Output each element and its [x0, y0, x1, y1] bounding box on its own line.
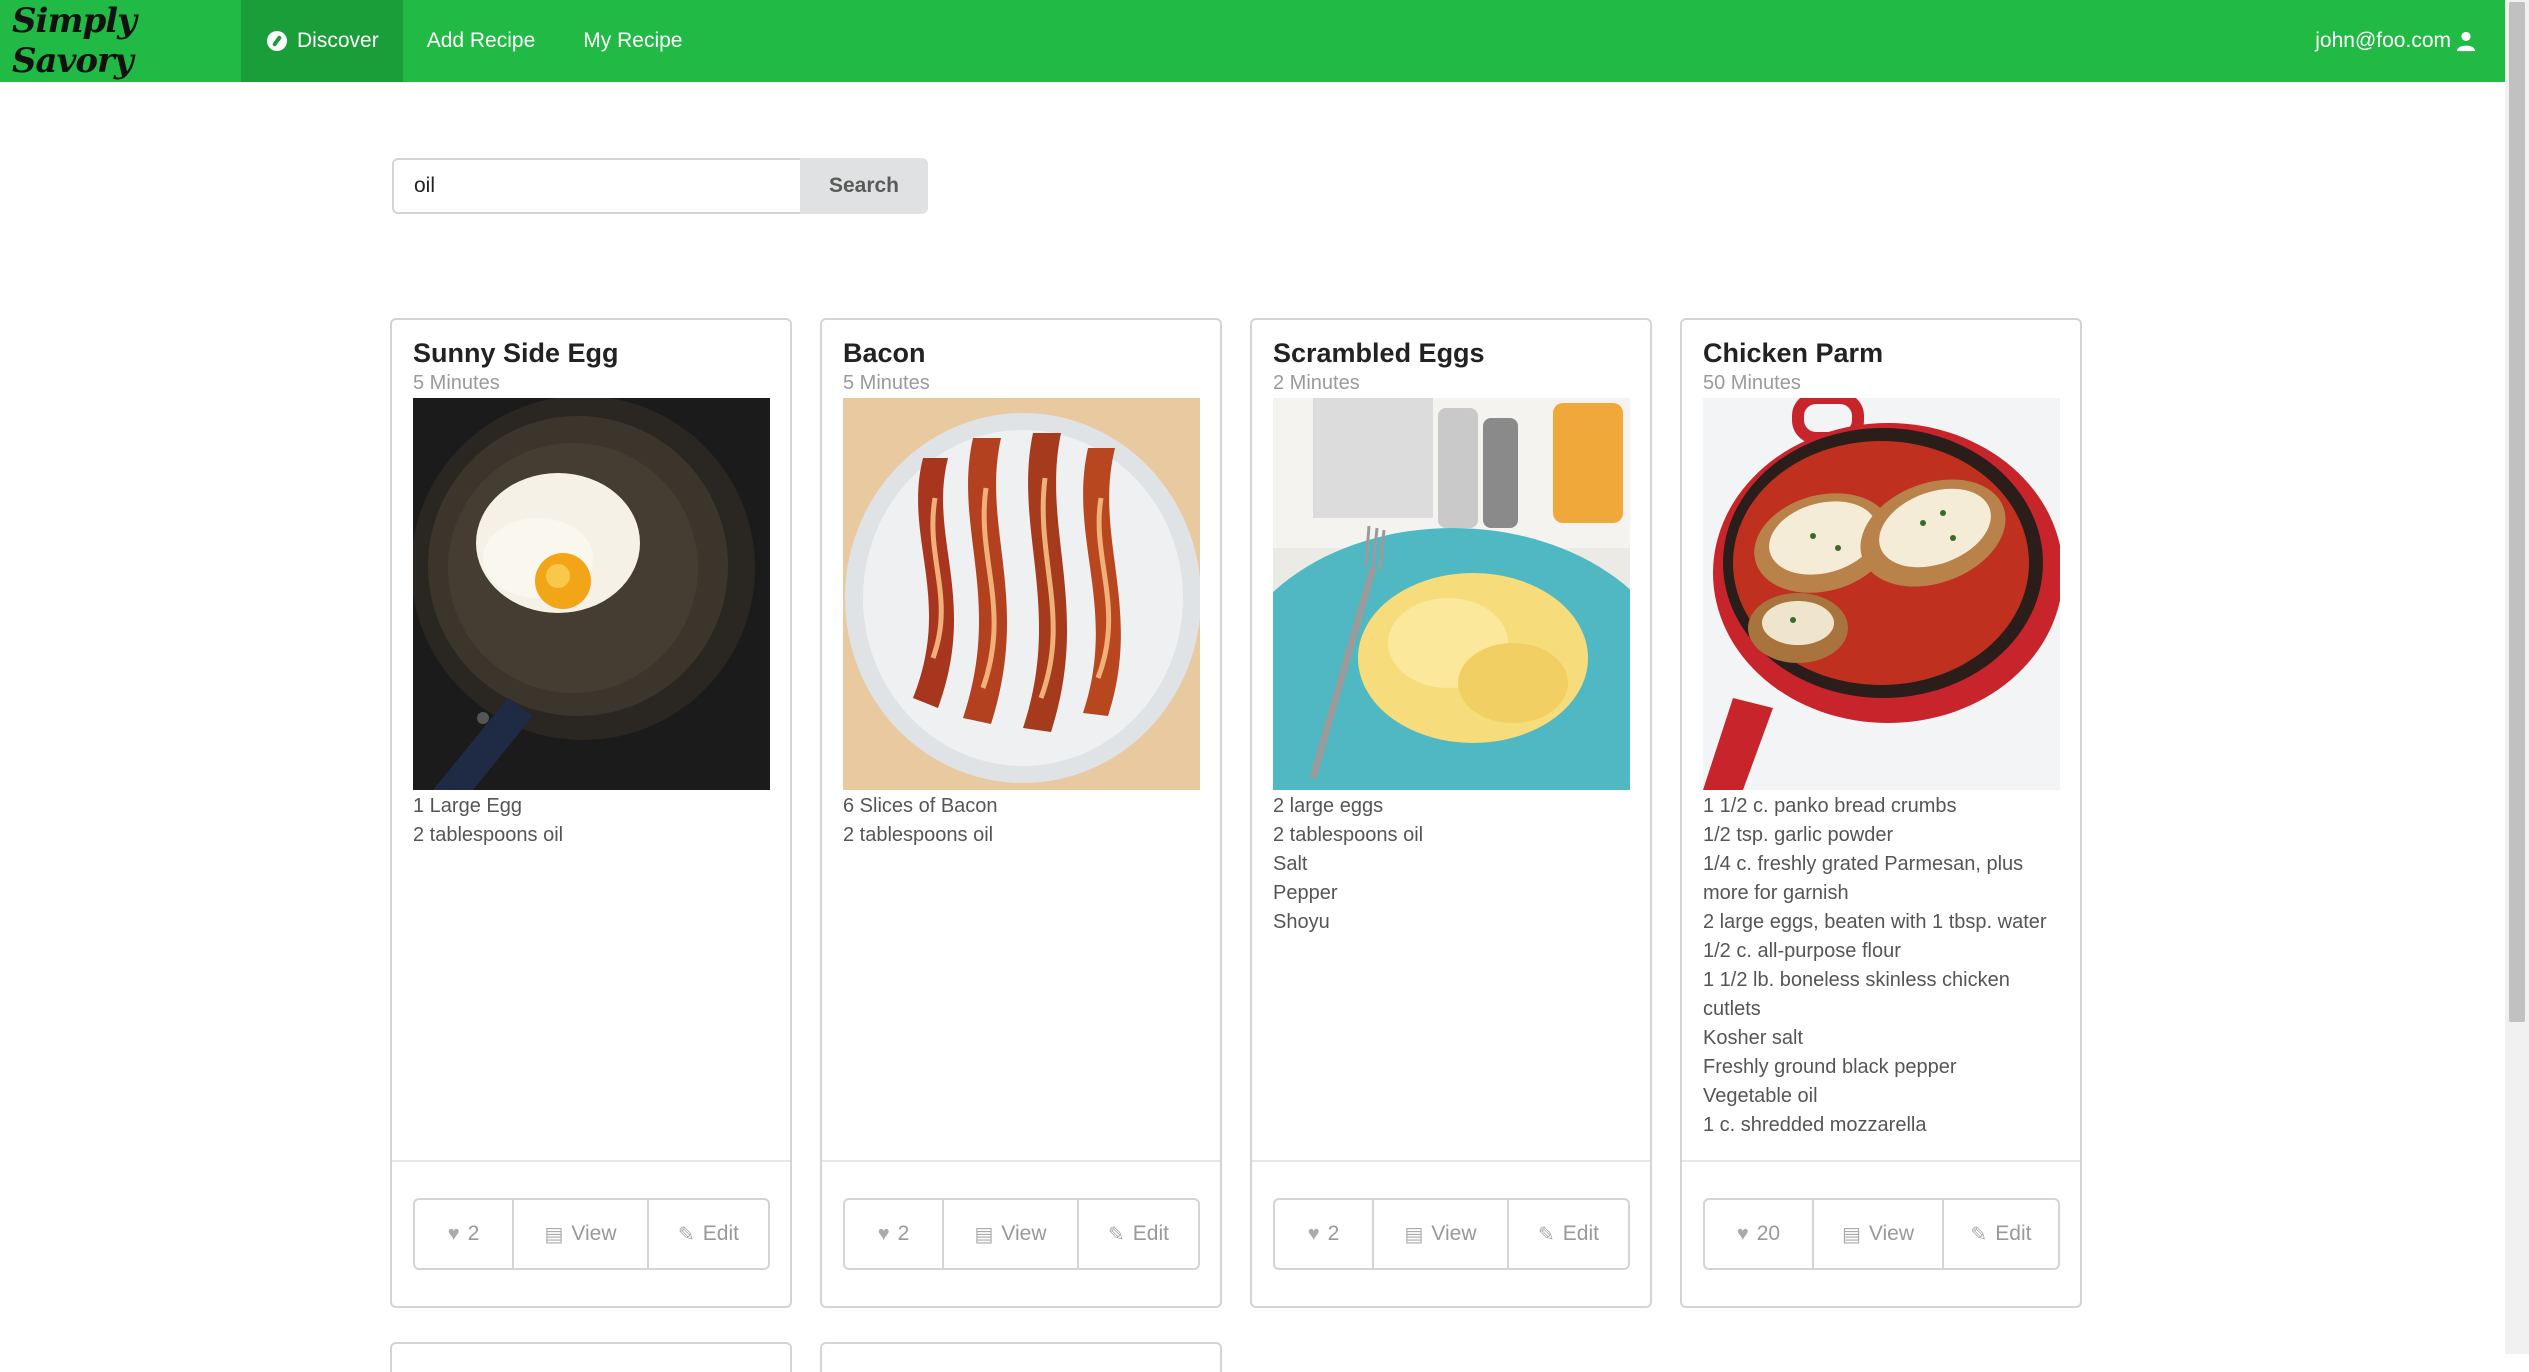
- brand-logo[interactable]: Simply Savory: [0, 0, 241, 82]
- recipe-card: Chicken Parm 50 Minutes 1 1/2 c. panko b…: [1680, 318, 2082, 1308]
- file-icon: ▤: [974, 1223, 994, 1246]
- ingredient-item: Shoyu: [1273, 911, 1330, 933]
- ingredient-item: Salt: [1273, 853, 1308, 875]
- user-menu[interactable]: john@foo.com: [2315, 29, 2477, 53]
- recipe-time: 5 Minutes: [843, 372, 930, 394]
- card-actions: ♥ 2 ▤ View ✎ Edit: [843, 1198, 1200, 1270]
- nav-discover[interactable]: Discover: [241, 0, 403, 82]
- recipe-title[interactable]: Sunny Side Egg: [413, 338, 619, 369]
- recipe-card: Bacon 5 Minutes 6 Slices of Bacon 2 tabl…: [820, 318, 1222, 1308]
- like-button[interactable]: ♥ 2: [1275, 1200, 1374, 1268]
- recipe-card: Scrambled Eggs 2 Minutes 2 large eggs 2 …: [1250, 318, 1652, 1308]
- ingredients-list: 1 Large Egg 2 tablespoons oil: [413, 792, 773, 850]
- edit-icon: ✎: [1970, 1223, 1988, 1246]
- ingredient-item: 1 1/2 c. panko bread crumbs: [1703, 795, 1957, 817]
- nav-my-recipe[interactable]: My Recipe: [559, 0, 706, 82]
- recipe-image[interactable]: [843, 398, 1200, 790]
- like-button[interactable]: ♥ 20: [1705, 1200, 1814, 1268]
- heart-icon: ♥: [877, 1222, 890, 1245]
- recipe-image[interactable]: [1703, 398, 2060, 790]
- heart-icon: ♥: [447, 1222, 460, 1245]
- view-button[interactable]: ▤ View: [1374, 1200, 1509, 1268]
- edit-icon: ✎: [678, 1223, 695, 1246]
- recipe-card: [390, 1342, 792, 1372]
- recipe-time: 2 Minutes: [1273, 372, 1360, 394]
- edit-icon: ✎: [1108, 1223, 1125, 1246]
- ingredient-item: Freshly ground black pepper: [1703, 1056, 1957, 1078]
- card-divider: [822, 1160, 1220, 1162]
- like-button[interactable]: ♥ 2: [415, 1200, 514, 1268]
- recipe-card: Sunny Side Egg 5 Minutes 1 Large Egg 2 t…: [390, 318, 792, 1308]
- scrollbar-thumb[interactable]: [2509, 2, 2525, 1022]
- recipe-card: [820, 1342, 1222, 1372]
- user-icon: [2456, 31, 2476, 52]
- edit-button[interactable]: ✎ Edit: [1079, 1200, 1198, 1268]
- card-actions: ♥ 2 ▤ View ✎ Edit: [413, 1198, 770, 1270]
- recipe-title[interactable]: Chicken Parm: [1703, 338, 1883, 369]
- edit-icon: ✎: [1538, 1223, 1555, 1246]
- card-divider: [1682, 1160, 2080, 1162]
- ingredient-item: 2 tablespoons oil: [1273, 824, 1424, 846]
- ingredient-item: 1/2 c. all-purpose flour: [1703, 940, 1901, 962]
- card-actions: ♥ 2 ▤ View ✎ Edit: [1273, 1198, 1630, 1270]
- heart-icon: ♥: [1307, 1222, 1320, 1245]
- ingredient-item: 2 large eggs: [1273, 795, 1384, 817]
- search-form: Search: [392, 158, 928, 214]
- file-icon: ▤: [1404, 1223, 1424, 1246]
- ingredients-list: 1 1/2 c. panko bread crumbs 1/2 tsp. gar…: [1703, 792, 2063, 1140]
- ingredient-item: 1 1/2 lb. boneless skinless chicken cutl…: [1703, 969, 2010, 1020]
- search-input[interactable]: [392, 158, 800, 214]
- ingredient-item: Kosher salt: [1703, 1027, 1804, 1049]
- page-scrollbar[interactable]: [2505, 0, 2529, 1354]
- recipe-image[interactable]: [1273, 398, 1630, 790]
- ingredient-item: 2 tablespoons oil: [413, 824, 564, 846]
- ingredient-item: 1/4 c. freshly grated Parmesan, plus mor…: [1703, 853, 2024, 904]
- search-button[interactable]: Search: [800, 158, 928, 214]
- card-divider: [392, 1160, 790, 1162]
- edit-button[interactable]: ✎ Edit: [1944, 1200, 2058, 1268]
- nav-discover-label: Discover: [297, 29, 379, 52]
- ingredient-item: 1 c. shredded mozzarella: [1703, 1114, 1927, 1136]
- recipe-title[interactable]: Bacon: [843, 338, 926, 369]
- recipe-image[interactable]: [413, 398, 770, 790]
- edit-button[interactable]: ✎ Edit: [649, 1200, 768, 1268]
- ingredient-item: 1 Large Egg: [413, 795, 522, 817]
- like-button[interactable]: ♥ 2: [845, 1200, 944, 1268]
- view-button[interactable]: ▤ View: [1814, 1200, 1944, 1268]
- edit-button[interactable]: ✎ Edit: [1509, 1200, 1628, 1268]
- user-email: john@foo.com: [2315, 29, 2451, 52]
- ingredient-item: Vegetable oil: [1703, 1085, 1818, 1107]
- ingredient-item: 6 Slices of Bacon: [843, 795, 998, 817]
- ingredient-item: Pepper: [1273, 882, 1338, 904]
- ingredient-item: 2 tablespoons oil: [843, 824, 994, 846]
- compass-icon: [267, 31, 287, 51]
- nav-add-recipe[interactable]: Add Recipe: [403, 0, 560, 82]
- ingredients-list: 6 Slices of Bacon 2 tablespoons oil: [843, 792, 1203, 850]
- file-icon: ▤: [1841, 1223, 1861, 1246]
- recipe-title[interactable]: Scrambled Eggs: [1273, 338, 1485, 369]
- view-button[interactable]: ▤ View: [944, 1200, 1079, 1268]
- ingredient-item: 1/2 tsp. garlic powder: [1703, 824, 1894, 846]
- ingredients-list: 2 large eggs 2 tablespoons oil Salt Pepp…: [1273, 792, 1633, 937]
- top-navbar: Simply Savory Discover Add Recipe My Rec…: [0, 0, 2505, 82]
- ingredient-item: 2 large eggs, beaten with 1 tbsp. water: [1703, 911, 2047, 933]
- card-divider: [1252, 1160, 1650, 1162]
- view-button[interactable]: ▤ View: [514, 1200, 649, 1268]
- recipe-time: 50 Minutes: [1703, 372, 1801, 394]
- file-icon: ▤: [544, 1223, 564, 1246]
- recipe-time: 5 Minutes: [413, 372, 500, 394]
- card-actions: ♥ 20 ▤ View ✎ Edit: [1703, 1198, 2060, 1270]
- heart-icon: ♥: [1736, 1222, 1749, 1245]
